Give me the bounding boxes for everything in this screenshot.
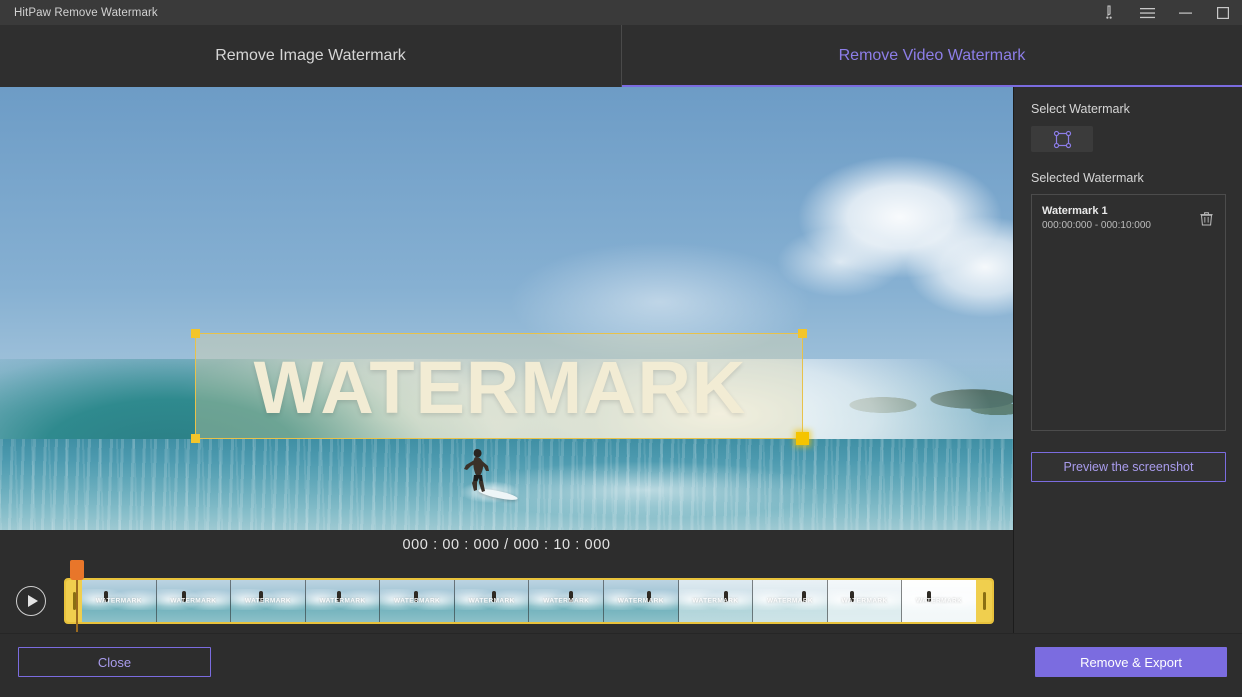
watermark-item-range: 000:00:000 - 000:10:000 xyxy=(1042,220,1151,231)
timeline-thumbnail[interactable]: WATERMARK xyxy=(305,580,381,622)
resize-handle-bottom-left[interactable] xyxy=(191,434,200,443)
preview-screenshot-button[interactable]: Preview the screenshot xyxy=(1031,452,1226,482)
close-button-label: Close xyxy=(97,654,132,670)
timeline-thumbnail[interactable]: WATERMARK xyxy=(454,580,530,622)
marquee-select-button[interactable] xyxy=(1031,126,1093,152)
timeline-thumbnail[interactable]: WATERMARK xyxy=(827,580,903,622)
timeline-thumbnail[interactable]: WATERMARK xyxy=(380,580,455,622)
thumbnail-watermark-text: WATERMARK xyxy=(692,597,739,605)
resize-handle-top-right[interactable] xyxy=(798,329,807,338)
selected-watermark-label: Selected Watermark xyxy=(1031,171,1144,185)
play-icon xyxy=(27,595,38,607)
right-panel: Select Watermark Selected Watermark Wate… xyxy=(1013,87,1242,633)
watermark-overlay-text: WATERMARK xyxy=(253,345,747,429)
select-watermark-label: Select Watermark xyxy=(1031,102,1130,116)
marquee-select-icon xyxy=(1053,130,1071,148)
timecode-display: 000 : 00 : 000 / 000 : 10 : 000 xyxy=(402,537,611,553)
timeline-thumbnail[interactable]: WATERMARK xyxy=(231,580,306,622)
thumbnail-track[interactable]: WATERMARK WATERMARK WATERMARK WATERMARK WATE… xyxy=(82,580,976,622)
trim-grip xyxy=(982,592,986,610)
list-item[interactable]: Watermark 1 000:00:000 - 000:10:000 xyxy=(1042,205,1215,231)
preview-screenshot-label: Preview the screenshot xyxy=(1063,460,1194,474)
watermark-selection-box[interactable]: WATERMARK xyxy=(191,329,809,445)
timeline-thumbnail[interactable]: WATERMARK xyxy=(902,580,976,622)
thumbnail-watermark-text: WATERMARK xyxy=(841,597,888,605)
watermark-item-texts: Watermark 1 000:00:000 - 000:10:000 xyxy=(1042,205,1197,231)
tab-label: Remove Image Watermark xyxy=(215,47,406,64)
tab-label: Remove Video Watermark xyxy=(838,47,1026,64)
window-controls xyxy=(1090,0,1242,25)
remove-export-label: Remove & Export xyxy=(1080,654,1182,670)
thumbnail-watermark-text: WATERMARK xyxy=(468,597,515,605)
tab-remove-video-watermark[interactable]: Remove Video Watermark xyxy=(622,25,1242,87)
trim-handle-end[interactable] xyxy=(976,580,992,622)
thumbnail-watermark-text: WATERMARK xyxy=(617,597,664,605)
timeline-strip[interactable]: WATERMARK WATERMARK WATERMARK WATERMARK WATE… xyxy=(64,578,994,624)
video-preview[interactable]: WATERMARK xyxy=(0,87,1013,530)
play-button[interactable] xyxy=(16,586,46,616)
thumbnail-watermark-text: WATERMARK xyxy=(170,597,217,605)
thumbnail-watermark-text: WATERMARK xyxy=(244,597,291,605)
timeline-thumbnail[interactable]: WATERMARK xyxy=(156,580,232,622)
title-bar: HitPaw Remove Watermark xyxy=(0,0,1242,25)
feedback-icon[interactable] xyxy=(1090,0,1128,25)
app-window: HitPaw Remove Watermark Remove Image Wat… xyxy=(0,0,1242,697)
timeline-thumbnail[interactable]: WATERMARK xyxy=(753,580,828,622)
timeline-thumbnail[interactable]: WATERMARK xyxy=(604,580,679,622)
thumbnail-watermark-text: WATERMARK xyxy=(394,597,441,605)
trash-icon[interactable] xyxy=(1197,210,1215,228)
trim-handle-start[interactable] xyxy=(66,580,82,622)
footer-bar: Close Remove & Export xyxy=(0,633,1242,697)
resize-handle-top-left[interactable] xyxy=(191,329,200,338)
menu-icon[interactable] xyxy=(1128,0,1166,25)
timeline-thumbnail[interactable]: WATERMARK xyxy=(82,580,157,622)
playhead-handle[interactable] xyxy=(70,560,84,580)
timeline-thumbnail[interactable]: WATERMARK xyxy=(529,580,605,622)
timeline-thumbnail[interactable]: WATERMARK xyxy=(678,580,754,622)
minimize-icon[interactable] xyxy=(1166,0,1204,25)
thumbnail-watermark-text: WATERMARK xyxy=(543,597,590,605)
thumbnail-watermark-text: WATERMARK xyxy=(95,597,142,605)
selected-watermark-list[interactable]: Watermark 1 000:00:000 - 000:10:000 xyxy=(1031,194,1226,431)
remove-export-button[interactable]: Remove & Export xyxy=(1035,647,1227,677)
thumbnail-watermark-text: WATERMARK xyxy=(916,597,963,605)
thumbnail-watermark-text: WATERMARK xyxy=(319,597,366,605)
surfer xyxy=(464,449,489,492)
watermark-item-title: Watermark 1 xyxy=(1042,205,1108,217)
app-title: HitPaw Remove Watermark xyxy=(14,6,158,19)
tab-bar: Remove Image Watermark Remove Video Wate… xyxy=(0,25,1242,87)
thumbnail-watermark-text: WATERMARK xyxy=(766,597,814,605)
maximize-icon[interactable] xyxy=(1204,0,1242,25)
resize-handle-bottom-right[interactable] xyxy=(796,432,809,445)
close-button[interactable]: Close xyxy=(18,647,211,677)
tab-remove-image-watermark[interactable]: Remove Image Watermark xyxy=(0,25,622,87)
